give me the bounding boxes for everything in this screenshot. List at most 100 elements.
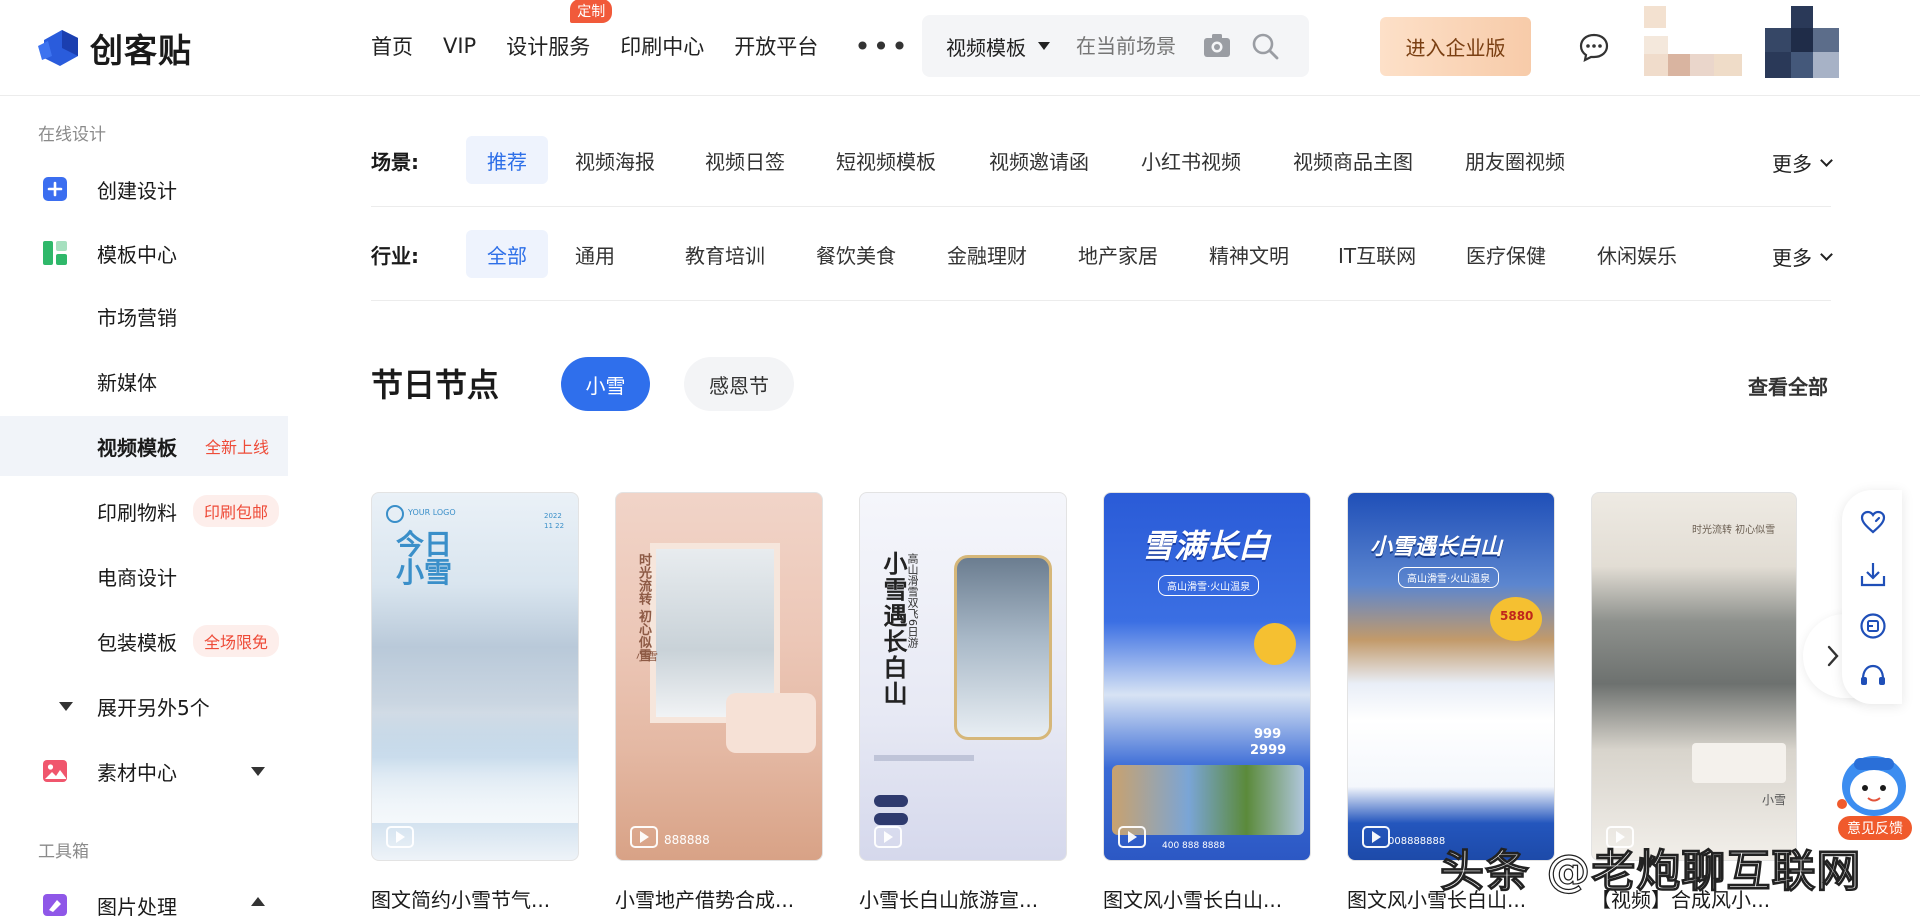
industry-chip-leisure[interactable]: 休闲娱乐 xyxy=(1576,230,1698,278)
industry-chip-finance[interactable]: 金融理财 xyxy=(926,230,1048,278)
card-caption[interactable]: 图文简约小雪节气... xyxy=(371,884,581,913)
scene-chip-xiaohongshu[interactable]: 小红书视频 xyxy=(1120,136,1262,184)
account-avatar[interactable] xyxy=(1765,6,1839,78)
sidebar-item-label: 新媒体 xyxy=(97,370,157,395)
sidebar-item-label: 展开另外5个 xyxy=(97,695,210,720)
sidebar-item-ecommerce[interactable]: 电商设计 xyxy=(0,546,288,606)
sidebar-item-marketing[interactable]: 市场营销 xyxy=(0,286,288,346)
sidebar-item-create-design[interactable]: 创建设计 xyxy=(0,159,288,219)
search-input[interactable] xyxy=(1076,34,1186,58)
customer-service-headset-icon[interactable] xyxy=(1859,662,1887,690)
hot-spring-image xyxy=(1112,765,1304,835)
chevron-down-icon xyxy=(1820,247,1833,261)
nav-vip[interactable]: VIP xyxy=(443,34,476,58)
free-shipping-tag: 印刷包邮 xyxy=(193,495,280,527)
scene-filter-row: 场景: 推荐 视频海报 视频日签 短视频模板 视频邀请函 小红书视频 视频商品主… xyxy=(371,114,1833,207)
feedback-widget[interactable]: 意见反馈 xyxy=(1832,746,1912,842)
sidebar-item-label: 市场营销 xyxy=(97,305,177,330)
industry-chip-it[interactable]: IT互联网 xyxy=(1317,230,1437,278)
scene-chip-short-video[interactable]: 短视频模板 xyxy=(815,136,957,184)
industry-more-label: 更多 xyxy=(1772,246,1812,270)
sidebar-item-image-processing[interactable]: 图片处理 xyxy=(0,875,288,917)
industry-chip-food[interactable]: 餐饮美食 xyxy=(795,230,917,278)
sidebar-item-label: 视频模板 xyxy=(97,435,177,460)
sidebar-expand-more[interactable]: 展开另外5个 xyxy=(0,676,288,736)
sidebar-item-print-materials[interactable]: 印刷物料 印刷包邮 xyxy=(0,481,288,541)
poster-phone-text: 888888 xyxy=(664,833,710,847)
video-play-icon xyxy=(1118,826,1146,848)
sidebar-item-video-templates[interactable]: 视频模板 全新上线 xyxy=(0,416,288,476)
collapse-up-icon[interactable] xyxy=(251,897,265,906)
expand-down-icon[interactable] xyxy=(251,767,265,776)
card-caption[interactable]: 小雪长白山旅游宣... xyxy=(859,884,1069,913)
camera-icon[interactable] xyxy=(1202,31,1232,65)
sidebar-item-label: 电商设计 xyxy=(97,565,177,590)
brand-logo[interactable]: 创客贴 xyxy=(38,24,192,72)
sofa-image xyxy=(1692,743,1786,783)
festival-section-title: 节日节点 xyxy=(371,366,500,404)
snow-forest-image xyxy=(372,703,578,823)
scene-more-button[interactable]: 更多 xyxy=(1772,148,1833,177)
scene-chip-recommend[interactable]: 推荐 xyxy=(466,136,548,184)
card-caption[interactable]: 小雪地产借势合成... xyxy=(615,884,825,913)
sidebar-item-packaging[interactable]: 包装模板 全场限免 xyxy=(0,611,288,671)
nav-open-platform[interactable]: 开放平台 xyxy=(734,31,818,61)
mountain-image xyxy=(954,555,1052,740)
template-card[interactable]: YOUR LOGO 2022 11 22 今日小雪 xyxy=(371,492,579,861)
poster-phone-text: 008888888 xyxy=(1388,836,1446,847)
scene-filter-title: 场景: xyxy=(371,150,419,174)
favorite-heart-icon[interactable] xyxy=(1859,508,1887,536)
scene-chip-video-daily[interactable]: 视频日签 xyxy=(684,136,806,184)
enterprise-button[interactable]: 进入企业版 xyxy=(1380,17,1531,76)
search-type-select[interactable]: 视频模板 xyxy=(922,32,1050,61)
logo-circle-icon xyxy=(386,505,404,523)
poster-sub-text: 高山滑雪·火山温泉 xyxy=(1158,575,1260,596)
custom-badge: 定制 xyxy=(570,0,613,23)
message-icon[interactable] xyxy=(1578,32,1610,66)
nav-home[interactable]: 首页 xyxy=(371,31,413,61)
mini-program-icon[interactable] xyxy=(1859,612,1887,640)
sidebar-item-asset-center[interactable]: 素材中心 xyxy=(0,741,288,801)
template-card[interactable]: 雪满长白 高山滑雪·火山温泉 999 2999 400 888 8888 xyxy=(1103,492,1311,861)
chevron-down-icon xyxy=(1820,153,1833,167)
festival-tab-light-snow[interactable]: 小雪 xyxy=(561,357,650,411)
industry-chip-civilization[interactable]: 精神文明 xyxy=(1188,230,1310,278)
user-avatar[interactable] xyxy=(1644,6,1742,82)
download-icon[interactable] xyxy=(1859,560,1887,588)
poster-sub-text: 高山滑雪·火山温泉 xyxy=(1398,567,1500,588)
template-grid-icon xyxy=(42,240,68,266)
template-card[interactable]: 小雪遇长白山 高山滑雪双飞6日游 xyxy=(859,492,1067,861)
floating-toolbar xyxy=(1842,490,1902,704)
sidebar-item-label: 模板中心 xyxy=(97,242,177,267)
template-card[interactable]: 时光流转 初心似雪 小雪 xyxy=(1591,492,1797,861)
industry-more-button[interactable]: 更多 xyxy=(1772,242,1833,271)
scene-chip-video-invitation[interactable]: 视频邀请函 xyxy=(968,136,1110,184)
industry-chip-all[interactable]: 全部 xyxy=(466,230,548,278)
industry-filter-title: 行业: xyxy=(371,244,419,268)
sidebar-item-new-media[interactable]: 新媒体 xyxy=(0,351,288,411)
new-launch-tag: 全新上线 xyxy=(205,438,270,457)
industry-chip-healthcare[interactable]: 医疗保健 xyxy=(1445,230,1567,278)
sidebar-item-template-center[interactable]: 模板中心 xyxy=(0,223,288,283)
industry-chip-general[interactable]: 通用 xyxy=(554,230,636,278)
scene-chip-moments[interactable]: 朋友圈视频 xyxy=(1444,136,1586,184)
template-card[interactable]: 小雪遇长白山 高山滑雪·火山温泉 5880 008888888 xyxy=(1347,492,1555,861)
industry-chip-education[interactable]: 教育培训 xyxy=(664,230,786,278)
scene-chip-video-poster[interactable]: 视频海报 xyxy=(554,136,676,184)
search-icon[interactable] xyxy=(1250,31,1280,65)
nav-more-icon[interactable]: ••• xyxy=(854,30,910,63)
poster-title-text: 雪满长白 xyxy=(1142,527,1271,565)
view-all-link[interactable]: 查看全部 xyxy=(1748,371,1828,400)
card-caption[interactable]: 图文风小雪长白山... xyxy=(1103,884,1313,913)
sidebar: 在线设计 创建设计 模板中心 市场营销 新媒体 视频模板 全新上线 印刷物料 印… xyxy=(0,96,288,917)
chevron-right-icon xyxy=(1827,645,1839,667)
video-play-icon xyxy=(1362,826,1390,848)
nav-print-center[interactable]: 印刷中心 xyxy=(620,31,704,61)
nav-design-service[interactable]: 设计服务 定制 xyxy=(506,0,613,61)
sidebar-item-label: 印刷物料 xyxy=(97,500,177,525)
scene-chip-product-main[interactable]: 视频商品主图 xyxy=(1272,136,1434,184)
search-bar: 视频模板 xyxy=(922,15,1309,77)
festival-tab-thanksgiving[interactable]: 感恩节 xyxy=(684,357,794,411)
template-card[interactable]: 时光流转 初心似雪 小雪 888888 xyxy=(615,492,823,861)
industry-chip-realestate[interactable]: 地产家居 xyxy=(1057,230,1179,278)
